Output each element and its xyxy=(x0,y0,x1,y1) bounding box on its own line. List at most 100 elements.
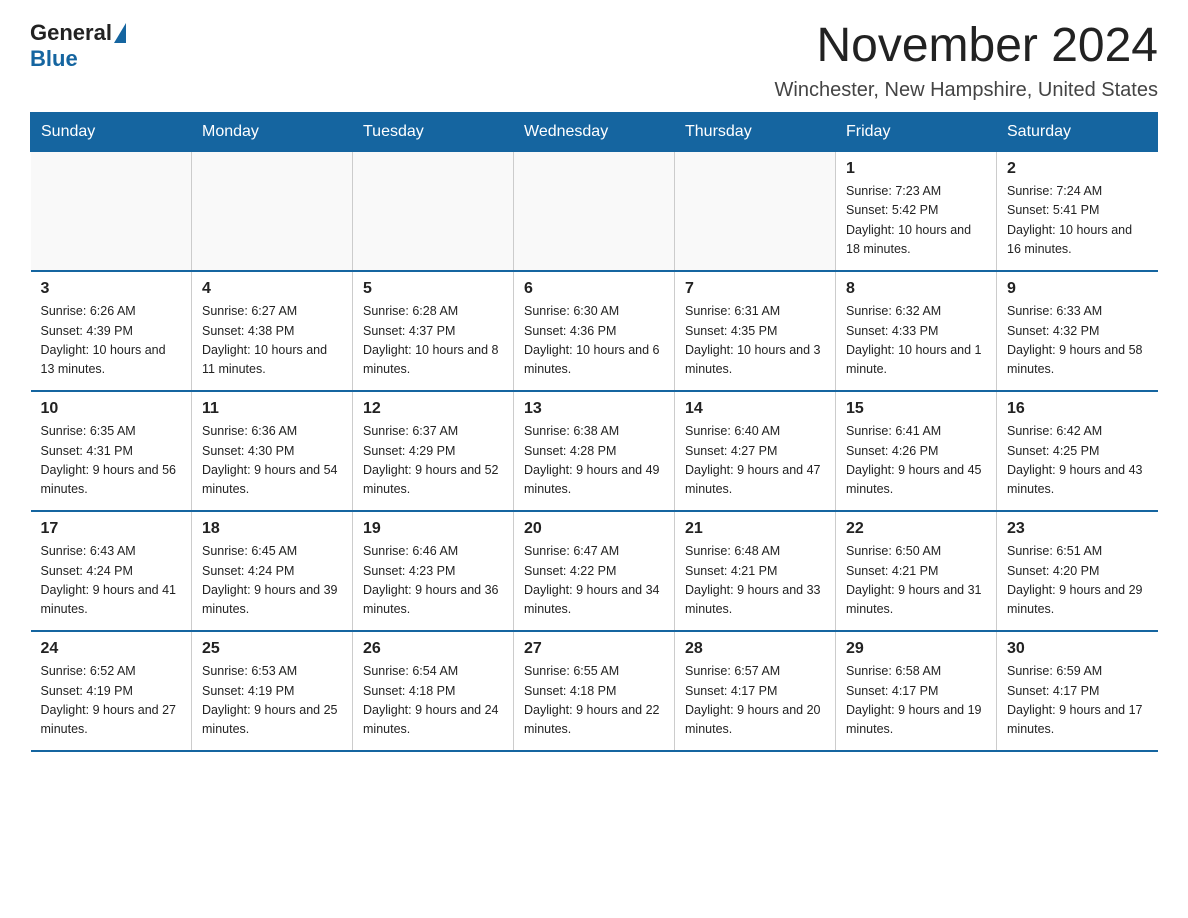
day-number: 29 xyxy=(846,640,986,658)
calendar-cell: 27 Sunrise: 6:55 AMSunset: 4:18 PMDayligh… xyxy=(514,631,675,751)
calendar-cell: 12Sunrise: 6:37 AMSunset: 4:29 PMDayligh… xyxy=(353,391,514,511)
title-block: November 2024 Winchester, New Hampshire,… xyxy=(775,20,1159,102)
day-number: 13 xyxy=(524,400,664,418)
day-info: Sunrise: 6:33 AMSunset: 4:32 PMDaylight:… xyxy=(1007,302,1148,380)
calendar-cell: 24 Sunrise: 6:52 AMSunset: 4:19 PMDayligh… xyxy=(31,631,192,751)
header-sunday: Sunday xyxy=(31,112,192,151)
header-monday: Monday xyxy=(192,112,353,151)
calendar-cell: 25 Sunrise: 6:53 AMSunset: 4:19 PMDayligh… xyxy=(192,631,353,751)
calendar-cell xyxy=(192,151,353,271)
calendar-cell: 2 Sunrise: 7:24 AMSunset: 5:41 PMDaylight… xyxy=(997,151,1158,271)
calendar-cell xyxy=(31,151,192,271)
calendar-cell: 28 Sunrise: 6:57 AMSunset: 4:17 PMDayligh… xyxy=(675,631,836,751)
calendar-cell: 20 Sunrise: 6:47 AMSunset: 4:22 PMDayligh… xyxy=(514,511,675,631)
calendar-cell: 9 Sunrise: 6:33 AMSunset: 4:32 PMDaylight… xyxy=(997,271,1158,391)
day-info: Sunrise: 6:46 AMSunset: 4:23 PMDaylight:… xyxy=(363,542,503,620)
day-number: 4 xyxy=(202,280,342,298)
day-number: 6 xyxy=(524,280,664,298)
day-number: 21 xyxy=(685,520,825,538)
day-number: 9 xyxy=(1007,280,1148,298)
page-header: General Blue November 2024 Winchester, N… xyxy=(30,20,1158,102)
day-number: 20 xyxy=(524,520,664,538)
day-info: Sunrise: 6:32 AMSunset: 4:33 PMDaylight:… xyxy=(846,302,986,380)
month-year-title: November 2024 xyxy=(775,20,1159,73)
day-number: 19 xyxy=(363,520,503,538)
calendar-cell: 21 Sunrise: 6:48 AMSunset: 4:21 PMDayligh… xyxy=(675,511,836,631)
day-number: 22 xyxy=(846,520,986,538)
calendar-week-row: 10 Sunrise: 6:35 AMSunset: 4:31 PMDayligh… xyxy=(31,391,1158,511)
calendar-cell xyxy=(675,151,836,271)
calendar-cell: 17Sunrise: 6:43 AMSunset: 4:24 PMDayligh… xyxy=(31,511,192,631)
day-info: Sunrise: 6:58 AMSunset: 4:17 PMDaylight:… xyxy=(846,662,986,740)
day-number: 15 xyxy=(846,400,986,418)
day-info: Sunrise: 6:59 AMSunset: 4:17 PMDaylight:… xyxy=(1007,662,1148,740)
day-info: Sunrise: 6:45 AMSunset: 4:24 PMDaylight:… xyxy=(202,542,342,620)
day-info: Sunrise: 7:24 AMSunset: 5:41 PMDaylight:… xyxy=(1007,182,1148,260)
calendar-cell: 8 Sunrise: 6:32 AMSunset: 4:33 PMDaylight… xyxy=(836,271,997,391)
calendar-cell: 6 Sunrise: 6:30 AMSunset: 4:36 PMDaylight… xyxy=(514,271,675,391)
day-number: 14 xyxy=(685,400,825,418)
calendar-cell: 13 Sunrise: 6:38 AMSunset: 4:28 PMDayligh… xyxy=(514,391,675,511)
day-info: Sunrise: 6:38 AMSunset: 4:28 PMDaylight:… xyxy=(524,422,664,500)
day-number: 7 xyxy=(685,280,825,298)
day-number: 5 xyxy=(363,280,503,298)
logo-triangle-icon xyxy=(114,23,126,43)
day-number: 18 xyxy=(202,520,342,538)
day-number: 8 xyxy=(846,280,986,298)
day-number: 25 xyxy=(202,640,342,658)
calendar-cell xyxy=(353,151,514,271)
day-number: 26 xyxy=(363,640,503,658)
calendar-cell xyxy=(514,151,675,271)
location-title: Winchester, New Hampshire, United States xyxy=(775,79,1159,102)
header-wednesday: Wednesday xyxy=(514,112,675,151)
calendar-cell: 30 Sunrise: 6:59 AMSunset: 4:17 PMDayligh… xyxy=(997,631,1158,751)
logo-blue-text: Blue xyxy=(30,46,78,71)
day-number: 17 xyxy=(41,520,182,538)
day-number: 23 xyxy=(1007,520,1148,538)
header-saturday: Saturday xyxy=(997,112,1158,151)
calendar-week-row: 17Sunrise: 6:43 AMSunset: 4:24 PMDayligh… xyxy=(31,511,1158,631)
day-number: 28 xyxy=(685,640,825,658)
calendar-table: SundayMondayTuesdayWednesdayThursdayFrid… xyxy=(30,112,1158,753)
day-info: Sunrise: 6:52 AMSunset: 4:19 PMDaylight:… xyxy=(41,662,182,740)
day-info: Sunrise: 6:30 AMSunset: 4:36 PMDaylight:… xyxy=(524,302,664,380)
day-info: Sunrise: 6:57 AMSunset: 4:17 PMDaylight:… xyxy=(685,662,825,740)
calendar-cell: 23Sunrise: 6:51 AMSunset: 4:20 PMDayligh… xyxy=(997,511,1158,631)
day-info: Sunrise: 6:35 AMSunset: 4:31 PMDaylight:… xyxy=(41,422,182,500)
day-info: Sunrise: 6:36 AMSunset: 4:30 PMDaylight:… xyxy=(202,422,342,500)
day-info: Sunrise: 6:26 AMSunset: 4:39 PMDaylight:… xyxy=(41,302,182,380)
calendar-cell: 3Sunrise: 6:26 AMSunset: 4:39 PMDaylight… xyxy=(31,271,192,391)
calendar-week-row: 3Sunrise: 6:26 AMSunset: 4:39 PMDaylight… xyxy=(31,271,1158,391)
calendar-cell: 11Sunrise: 6:36 AMSunset: 4:30 PMDayligh… xyxy=(192,391,353,511)
day-info: Sunrise: 6:40 AMSunset: 4:27 PMDaylight:… xyxy=(685,422,825,500)
calendar-cell: 10 Sunrise: 6:35 AMSunset: 4:31 PMDayligh… xyxy=(31,391,192,511)
day-info: Sunrise: 6:31 AMSunset: 4:35 PMDaylight:… xyxy=(685,302,825,380)
day-number: 10 xyxy=(41,400,182,418)
header-thursday: Thursday xyxy=(675,112,836,151)
calendar-cell: 1Sunrise: 7:23 AMSunset: 5:42 PMDaylight… xyxy=(836,151,997,271)
calendar-cell: 14 Sunrise: 6:40 AMSunset: 4:27 PMDayligh… xyxy=(675,391,836,511)
day-info: Sunrise: 6:41 AMSunset: 4:26 PMDaylight:… xyxy=(846,422,986,500)
day-info: Sunrise: 7:23 AMSunset: 5:42 PMDaylight:… xyxy=(846,182,986,260)
header-tuesday: Tuesday xyxy=(353,112,514,151)
day-number: 2 xyxy=(1007,160,1148,178)
calendar-week-row: 1Sunrise: 7:23 AMSunset: 5:42 PMDaylight… xyxy=(31,151,1158,271)
calendar-cell: 5Sunrise: 6:28 AMSunset: 4:37 PMDaylight… xyxy=(353,271,514,391)
logo: General Blue xyxy=(30,20,126,72)
day-info: Sunrise: 6:53 AMSunset: 4:19 PMDaylight:… xyxy=(202,662,342,740)
calendar-header-row: SundayMondayTuesdayWednesdayThursdayFrid… xyxy=(31,112,1158,151)
day-number: 24 xyxy=(41,640,182,658)
day-info: Sunrise: 6:55 AMSunset: 4:18 PMDaylight:… xyxy=(524,662,664,740)
calendar-cell: 29 Sunrise: 6:58 AMSunset: 4:17 PMDayligh… xyxy=(836,631,997,751)
day-number: 30 xyxy=(1007,640,1148,658)
day-number: 12 xyxy=(363,400,503,418)
day-number: 27 xyxy=(524,640,664,658)
day-info: Sunrise: 6:48 AMSunset: 4:21 PMDaylight:… xyxy=(685,542,825,620)
header-friday: Friday xyxy=(836,112,997,151)
day-info: Sunrise: 6:47 AMSunset: 4:22 PMDaylight:… xyxy=(524,542,664,620)
calendar-cell: 15 Sunrise: 6:41 AMSunset: 4:26 PMDayligh… xyxy=(836,391,997,511)
day-info: Sunrise: 6:27 AMSunset: 4:38 PMDaylight:… xyxy=(202,302,342,380)
calendar-cell: 26Sunrise: 6:54 AMSunset: 4:18 PMDayligh… xyxy=(353,631,514,751)
calendar-cell: 18 Sunrise: 6:45 AMSunset: 4:24 PMDayligh… xyxy=(192,511,353,631)
calendar-cell: 16Sunrise: 6:42 AMSunset: 4:25 PMDayligh… xyxy=(997,391,1158,511)
